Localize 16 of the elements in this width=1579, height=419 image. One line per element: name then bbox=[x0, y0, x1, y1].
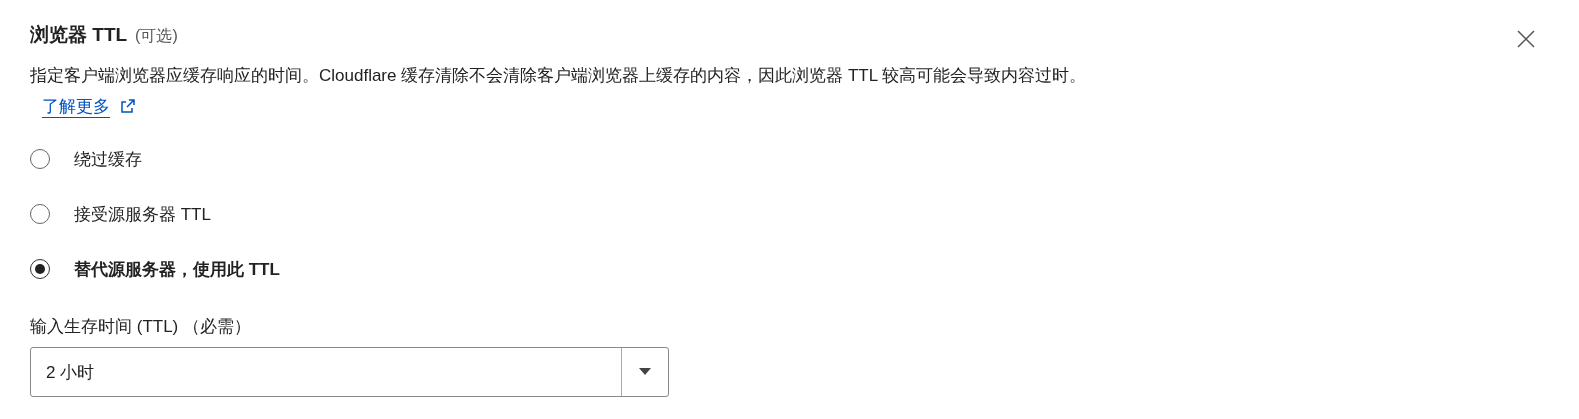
close-button[interactable] bbox=[1517, 30, 1535, 48]
caret-icon bbox=[638, 368, 652, 376]
radio-option[interactable]: 替代源服务器，使用此 TTL bbox=[30, 255, 1549, 283]
ttl-select[interactable]: 2 小时 bbox=[30, 347, 669, 397]
external-link-icon bbox=[120, 98, 136, 114]
field-label: 输入生存时间 (TTL) （必需） bbox=[30, 316, 252, 338]
learn-more-link[interactable]: 了解更多 bbox=[42, 97, 136, 116]
section-title: 浏览器 TTL bbox=[30, 23, 128, 47]
radio-button[interactable] bbox=[30, 149, 50, 169]
radio-button[interactable] bbox=[30, 204, 50, 224]
optional-note: (可选) bbox=[135, 26, 178, 46]
radio-option[interactable]: 绕过缓存 bbox=[30, 145, 1549, 173]
close-icon bbox=[1517, 30, 1535, 48]
radio-option[interactable]: 接受源服务器 TTL bbox=[30, 200, 1549, 228]
radio-button[interactable] bbox=[30, 259, 50, 279]
description: 指定客户端浏览器应缓存响应的时间。Cloudflare 缓存清除不会清除客户端浏览器上缓存的内容，因此浏览器 TTL 较高可能会导致内容过时。 了解更多 bbox=[30, 65, 1088, 118]
